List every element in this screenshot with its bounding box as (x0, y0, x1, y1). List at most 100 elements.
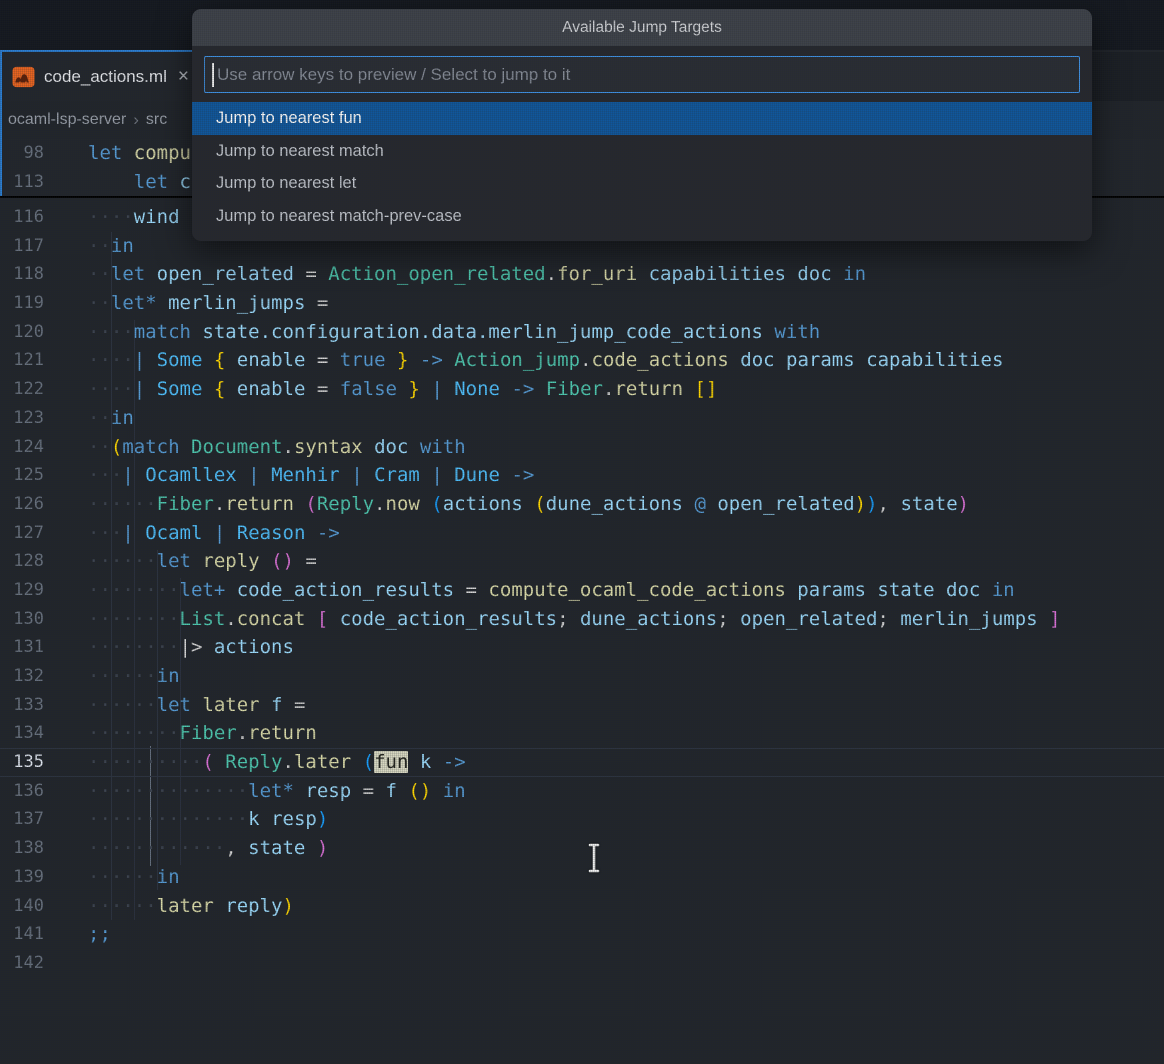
ocaml-camel-icon (12, 66, 35, 88)
line-number: 131 (0, 633, 44, 662)
line-number: 138 (0, 834, 44, 863)
line-content: ······later reply) (88, 892, 294, 921)
line-content: ······in (88, 662, 180, 691)
line-content: ········Fiber.return (88, 719, 317, 748)
line-number: 136 (0, 777, 44, 806)
line-content: ··············k resp) (88, 805, 328, 834)
editor-group-accent-edge (0, 50, 2, 196)
line-number: 137 (0, 805, 44, 834)
line-content: ········|> actions (88, 633, 294, 662)
line-number: 128 (0, 547, 44, 576)
code-line-142[interactable]: 142 (0, 949, 1164, 978)
line-number: 118 (0, 260, 44, 289)
line-content: ··let open_related = Action_open_related… (88, 260, 866, 289)
line-number: 113 (0, 168, 44, 197)
quick-pick-item[interactable]: Jump to nearest fun (192, 102, 1092, 135)
breadcrumb-item-src[interactable]: src (146, 111, 167, 129)
chevron-right-icon: › (133, 110, 139, 130)
tab-code-actions-ml[interactable]: code_actions.ml × (2, 52, 196, 101)
code-line-130[interactable]: 130 ········List.concat [ code_action_res… (0, 605, 1164, 634)
code-line-123[interactable]: 123 ··in (0, 404, 1164, 433)
dialog-title: Available Jump Targets (192, 9, 1092, 46)
code-line-118[interactable]: 118 ··let open_related = Action_open_rela… (0, 260, 1164, 289)
code-line-119[interactable]: 119 ··let* merlin_jumps = (0, 289, 1164, 318)
line-number: 127 (0, 519, 44, 548)
line-content: ···| Ocamllex | Menhir | Cram | Dune -> (88, 461, 534, 490)
code-line-131[interactable]: 131 ········|> actions (0, 633, 1164, 662)
line-number: 130 (0, 605, 44, 634)
line-number: 126 (0, 490, 44, 519)
text-caret (212, 63, 214, 87)
line-number: 98 (0, 139, 44, 168)
line-content: ··in (88, 404, 134, 433)
line-number: 141 (0, 920, 44, 949)
close-icon[interactable]: × (178, 67, 189, 86)
code-line-126[interactable]: 126 ······Fiber.return (Reply.now (action… (0, 490, 1164, 519)
line-number: 125 (0, 461, 44, 490)
line-number: 132 (0, 662, 44, 691)
line-content: ······Fiber.return (Reply.now (actions (… (88, 490, 969, 519)
code-line-140[interactable]: 140 ······later reply) (0, 892, 1164, 921)
line-content: ··(match Document.syntax doc with (88, 433, 466, 462)
line-content: ······let reply () = (88, 547, 317, 576)
line-content: ···| Ocaml | Reason -> (88, 519, 340, 548)
ibeam-mouse-cursor (586, 842, 602, 879)
quick-pick-input[interactable]: Use arrow keys to preview / Select to ju… (204, 56, 1080, 93)
code-line-120[interactable]: 120 ····match state.configuration.data.me… (0, 318, 1164, 347)
quick-pick-item[interactable]: Jump to nearest match-prev-case (192, 200, 1092, 233)
line-number: 140 (0, 892, 44, 921)
line-content: ··········( Reply.later (fun k -> (88, 748, 466, 777)
line-content: ····| Some { enable = false } | None -> … (88, 375, 717, 404)
code-line-141[interactable]: 141;; (0, 920, 1164, 949)
line-content: ····match state.configuration.data.merli… (88, 318, 820, 347)
breadcrumb-item-ocaml-lsp-server[interactable]: ocaml-lsp-server (8, 111, 126, 129)
quick-pick-item[interactable]: Jump to nearest match (192, 135, 1092, 168)
input-placeholder: Use arrow keys to preview / Select to ju… (217, 65, 570, 85)
line-number: 116 (0, 203, 44, 232)
line-number: 139 (0, 863, 44, 892)
code-line-128[interactable]: 128 ······let reply () = (0, 547, 1164, 576)
line-content: let comput (88, 139, 202, 168)
line-number: 129 (0, 576, 44, 605)
code-line-122[interactable]: 122 ····| Some { enable = false } | None … (0, 375, 1164, 404)
code-line-135[interactable]: 135 ··········( Reply.later (fun k -> (0, 748, 1164, 777)
line-number: 135 (0, 748, 44, 777)
line-number: 119 (0, 289, 44, 318)
code-line-136[interactable]: 136 ··············let* resp = f () in (0, 777, 1164, 806)
line-number: 120 (0, 318, 44, 347)
tab-label: code_actions.ml (44, 67, 167, 87)
line-number: 121 (0, 346, 44, 375)
code-line-138[interactable]: 138 ············, state ) (0, 834, 1164, 863)
line-content: let ca (88, 168, 202, 197)
line-content: ;; (88, 920, 111, 949)
line-content: ······let later f = (88, 691, 305, 720)
line-number: 117 (0, 232, 44, 261)
code-line-132[interactable]: 132 ······in (0, 662, 1164, 691)
line-content: ········let+ code_action_results = compu… (88, 576, 1015, 605)
line-content: ··in (88, 232, 134, 261)
code-line-139[interactable]: 139 ······in (0, 863, 1164, 892)
line-number: 123 (0, 404, 44, 433)
code-editor[interactable]: 116····wind117··in118··let open_related … (0, 196, 1164, 996)
line-content: ········List.concat [ code_action_result… (88, 605, 1061, 634)
line-content: ····| Some { enable = true } -> Action_j… (88, 346, 1003, 375)
line-content: ······in (88, 863, 180, 892)
code-line-125[interactable]: 125 ···| Ocamllex | Menhir | Cram | Dune … (0, 461, 1164, 490)
code-line-137[interactable]: 137 ··············k resp) (0, 805, 1164, 834)
code-line-133[interactable]: 133 ······let later f = (0, 691, 1164, 720)
quick-pick-item[interactable]: Jump to nearest let (192, 167, 1092, 200)
line-number: 133 (0, 691, 44, 720)
line-number: 134 (0, 719, 44, 748)
code-line-129[interactable]: 129 ········let+ code_action_results = co… (0, 576, 1164, 605)
code-line-134[interactable]: 134 ········Fiber.return (0, 719, 1164, 748)
code-line-124[interactable]: 124 ··(match Document.syntax doc with (0, 433, 1164, 462)
line-content: ··let* merlin_jumps = (88, 289, 328, 318)
code-line-127[interactable]: 127 ···| Ocaml | Reason -> (0, 519, 1164, 548)
code-line-121[interactable]: 121 ····| Some { enable = true } -> Actio… (0, 346, 1164, 375)
line-number: 122 (0, 375, 44, 404)
quick-pick-list: Jump to nearest funJump to nearest match… (192, 102, 1092, 233)
line-content: ············, state ) (88, 834, 328, 863)
quick-pick-dialog: Available Jump Targets Use arrow keys to… (192, 9, 1092, 241)
line-number: 124 (0, 433, 44, 462)
line-content: ··············let* resp = f () in (88, 777, 466, 806)
